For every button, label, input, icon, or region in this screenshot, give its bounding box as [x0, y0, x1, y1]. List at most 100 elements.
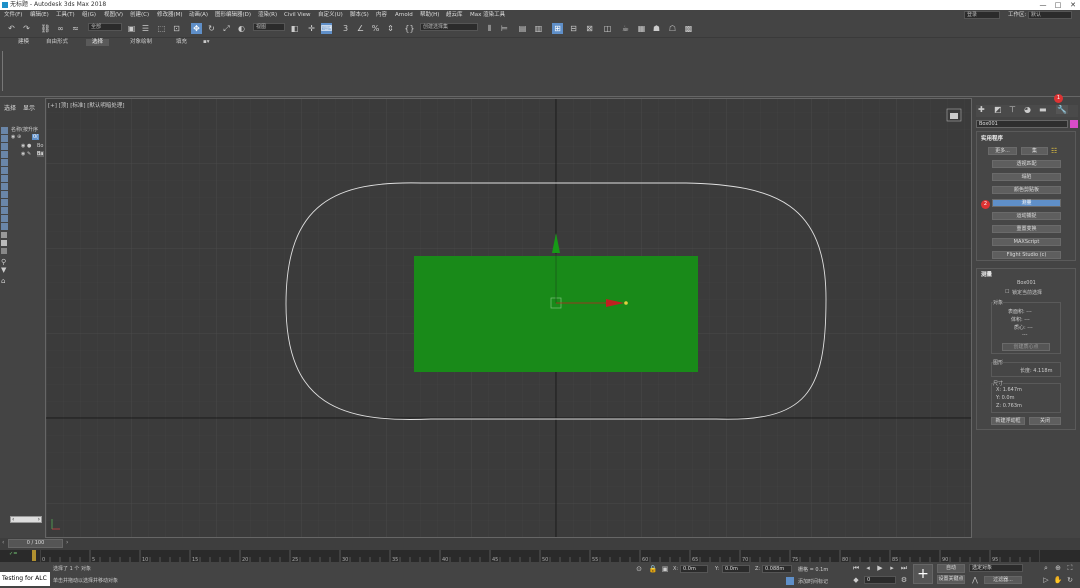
filter-all-icon[interactable]	[1, 223, 8, 230]
selected-object-dropdown[interactable]: 选定对象	[969, 564, 1023, 572]
measure-header[interactable]: 测量	[981, 270, 992, 278]
create-center-point-button[interactable]: 创建质心点	[1002, 343, 1050, 351]
user-dropdown[interactable]: 登录	[964, 11, 1000, 19]
viewport-top[interactable]: [+] [顶] [标准] [默认明暗处理]	[45, 98, 972, 538]
menu-help[interactable]: 帮助(H)	[420, 10, 439, 20]
filter-groups-icon[interactable]	[1, 175, 8, 182]
key-tangent-icon[interactable]: ⋀	[969, 575, 981, 585]
close-measure-button[interactable]: 关闭	[1029, 417, 1061, 425]
graphite-toggle-icon[interactable]: ⊞	[552, 23, 563, 34]
display-none-icon[interactable]	[1, 232, 7, 238]
selection-filter-dropdown[interactable]: 全部	[88, 23, 122, 31]
link-icon[interactable]: ⛓	[40, 23, 51, 34]
tree-row-label[interactable]: Ba	[37, 151, 44, 157]
rendered-frame-icon[interactable]: ▦	[636, 23, 647, 34]
tree-root-eye-icon[interactable]: ◉ ⊕	[11, 134, 21, 140]
time-config-icon[interactable]: ⚙	[898, 575, 910, 585]
reference-coord-dropdown[interactable]: 视图	[253, 23, 285, 31]
ribbon-options-icon[interactable]: ▪▾	[203, 39, 210, 46]
manipulate-icon[interactable]: ✛	[306, 23, 317, 34]
menu-tools[interactable]: 工具(T)	[56, 10, 75, 20]
configure-sets-icon[interactable]: ☷	[1051, 147, 1057, 155]
color-clipboard-button[interactable]: 颜色剪贴板	[992, 186, 1061, 194]
keyboard-shortcut-override-icon[interactable]: ⌨	[321, 23, 332, 34]
reset-xform-button[interactable]: 重置变换	[992, 225, 1061, 233]
window-crossing-icon[interactable]: ⊡	[171, 23, 182, 34]
viewcube-face-icon[interactable]	[950, 113, 958, 119]
utilities-header[interactable]: 实用程序	[981, 134, 1003, 142]
menu-modifiers[interactable]: 修改器(M)	[157, 10, 183, 20]
y-coord-field[interactable]: 0.0m	[722, 565, 750, 573]
schematic-view-icon[interactable]: ⊠	[584, 23, 595, 34]
motion-capture-button[interactable]: 运动捕捉	[992, 212, 1061, 220]
menu-animation[interactable]: 动画(A)	[189, 10, 208, 20]
key-filters-button[interactable]: 过滤器...	[984, 576, 1022, 584]
filter-spacewarps-icon[interactable]	[1, 167, 8, 174]
hierarchy-tab-icon[interactable]: ⊤	[1009, 105, 1016, 114]
redo-icon[interactable]: ↷	[21, 23, 32, 34]
display-tab-icon[interactable]: ▬	[1039, 105, 1047, 114]
menu-file[interactable]: 文件(F)	[4, 10, 22, 20]
time-slider-thumb[interactable]: 0 / 100	[8, 539, 63, 548]
menu-customize[interactable]: 自定义(U)	[318, 10, 343, 20]
scene-explorer-icon[interactable]: ▤	[517, 23, 528, 34]
tree-row-label[interactable]: Bo	[37, 143, 44, 149]
x-coord-field[interactable]: 0.0m	[680, 565, 708, 573]
go-to-start-icon[interactable]: ⏮	[850, 563, 862, 573]
lock-selection-checkbox[interactable]: ☐	[1005, 289, 1009, 295]
object-name-field[interactable]: Box001	[976, 120, 1068, 128]
menu-rendering[interactable]: 渲染(R)	[258, 10, 277, 20]
viewport-canvas[interactable]	[46, 99, 972, 538]
menu-content[interactable]: 内容	[376, 10, 387, 20]
scroll-left-icon[interactable]: ‹	[12, 516, 14, 523]
more-button[interactable]: 更多...	[988, 147, 1017, 155]
pivot-center-icon[interactable]: ◧	[289, 23, 300, 34]
time-slider[interactable]: 0 / 100 ‹ ›	[0, 538, 1080, 550]
filter-lights-icon[interactable]	[1, 143, 8, 150]
render-iterative-icon[interactable]: ☖	[667, 23, 678, 34]
track-bar[interactable]: ✓= 0 5 10 15 20 25 30 35 40 45 50 55 60 65 70 75 80 85 90 9…	[0, 550, 1080, 562]
go-to-end-icon[interactable]: ⏭	[898, 563, 910, 573]
menu-views[interactable]: 视图(V)	[104, 10, 123, 20]
zoom-all-icon[interactable]: ⊕	[1052, 563, 1064, 573]
filter-hidden-icon[interactable]	[1, 215, 8, 222]
tab-selection[interactable]: 选择	[86, 39, 110, 46]
select-move-icon[interactable]: ✥	[191, 23, 202, 34]
key-mode-icon[interactable]: ◆	[850, 575, 862, 585]
flight-studio-button[interactable]: Flight Studio (c)	[992, 251, 1061, 259]
layer-icon[interactable]: ⌂	[1, 277, 5, 285]
tab-freeform[interactable]: 自由形式	[46, 39, 68, 46]
scroll-right-icon[interactable]: ›	[38, 516, 40, 523]
perspective-match-button[interactable]: 透视匹配	[992, 160, 1061, 168]
tab-select[interactable]: 选择	[4, 103, 16, 112]
add-time-tag-button[interactable]: 添加时间标记	[798, 578, 828, 585]
tree-root-label[interactable]: 0(	[32, 134, 40, 140]
named-selection-dropdown[interactable]: 创建选择集	[420, 23, 478, 31]
set-key-icon[interactable]: +	[913, 564, 933, 584]
tab-modeling[interactable]: 建模	[18, 39, 29, 46]
menu-create[interactable]: 创建(C)	[130, 10, 149, 20]
align-icon[interactable]: ⊨	[499, 23, 510, 34]
motion-tab-icon[interactable]: ◕	[1024, 105, 1031, 114]
time-tag-icon[interactable]	[786, 577, 794, 585]
utilities-tab-icon[interactable]: 🔧	[1056, 105, 1068, 114]
menu-group[interactable]: 组(G)	[82, 10, 96, 20]
menu-graph-editors[interactable]: 图形编辑器(D)	[215, 10, 251, 20]
filter-helpers-icon[interactable]	[1, 159, 8, 166]
field-of-view-icon[interactable]: ▷	[1040, 575, 1052, 585]
bind-spacewarp-icon[interactable]: ≈	[70, 23, 81, 34]
orbit-icon[interactable]: ↻	[1064, 575, 1076, 585]
name-column-header[interactable]: 名称(按升序	[11, 126, 38, 133]
new-float-button[interactable]: 新建浮动框	[991, 417, 1025, 425]
filter-bones-icon[interactable]	[1, 191, 8, 198]
placement-icon[interactable]: ◐	[236, 23, 247, 34]
tree-row-eye-icon[interactable]: ◉ ✎	[21, 151, 31, 157]
measure-button[interactable]: 测量	[992, 199, 1061, 207]
curve-editor-icon[interactable]: ⊟	[568, 23, 579, 34]
workspace-dropdown[interactable]: 默认	[1028, 11, 1072, 19]
maxscript-button[interactable]: MAXScript	[992, 238, 1061, 246]
render-cloud-icon[interactable]: ▩	[683, 23, 694, 34]
angle-snap-icon[interactable]: ∠	[355, 23, 366, 34]
material-editor-icon[interactable]: ◫	[602, 23, 613, 34]
horizontal-scrollbar[interactable]: ‹ ›	[10, 516, 42, 523]
